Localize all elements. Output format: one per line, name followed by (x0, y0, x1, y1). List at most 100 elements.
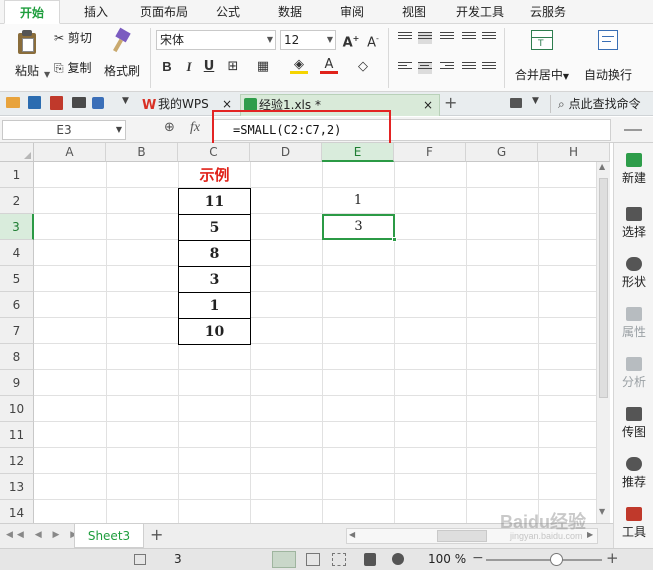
decrease-font-icon[interactable]: A- (364, 30, 382, 50)
spreadsheet-grid[interactable]: A B C D E F G H 1 2 3 4 5 6 7 8 9 10 11 … (0, 143, 610, 523)
border-icon[interactable]: ⊞ (224, 58, 242, 76)
column-header-selected[interactable]: E (322, 143, 394, 162)
column-header[interactable]: B (106, 143, 178, 162)
column-header[interactable]: A (34, 143, 106, 162)
cell-c3[interactable]: 5 (178, 214, 251, 241)
tab-view[interactable]: 视图 (394, 0, 434, 24)
cell-c6[interactable]: 1 (178, 292, 251, 319)
cell-e2[interactable]: 1 (322, 188, 394, 214)
sidebar-item-properties[interactable]: 属性 (614, 307, 653, 340)
scrollbar-thumb[interactable] (599, 178, 608, 398)
align-right-icon[interactable] (440, 62, 454, 74)
name-box[interactable]: E3 ▼ (2, 120, 126, 140)
clear-format-icon[interactable]: ◇ (354, 58, 372, 76)
fill-pattern-icon[interactable]: ▦ (254, 58, 272, 76)
row-header[interactable]: 9 (0, 370, 34, 396)
column-header[interactable]: F (394, 143, 466, 162)
italic-button[interactable]: I (180, 58, 198, 76)
fill-handle[interactable] (392, 237, 397, 242)
export-pdf-icon[interactable] (50, 96, 63, 110)
command-search[interactable]: ⌕ 点此查找命令 (558, 95, 641, 112)
chevron-down-icon[interactable]: ▼ (532, 96, 539, 106)
formula-input[interactable]: =SMALL(C2:C7,2) (233, 123, 341, 137)
font-size-select[interactable]: 12 ▼ (280, 30, 336, 50)
close-icon[interactable]: × (423, 95, 433, 115)
zoom-in-icon[interactable]: + (606, 549, 619, 567)
distribute-icon[interactable] (482, 62, 496, 74)
new-tab-icon[interactable]: + (444, 93, 457, 112)
row-header[interactable]: 10 (0, 396, 34, 422)
paste-dropdown-icon[interactable]: ▼ (44, 70, 50, 79)
preview-icon[interactable] (92, 97, 104, 109)
font-name-select[interactable]: 宋体 ▼ (156, 30, 276, 50)
tab-home[interactable]: 开始 (4, 0, 60, 24)
sidebar-item-select[interactable]: 选择 (614, 207, 653, 240)
row-header[interactable]: 14 (0, 500, 34, 523)
row-header[interactable]: 7 (0, 318, 34, 344)
cell-c2[interactable]: 11 (178, 188, 251, 215)
cut-button[interactable]: ✂ 剪切 (54, 30, 92, 46)
zoom-slider-handle[interactable] (550, 553, 563, 566)
chevron-left-icon[interactable]: ◀ (349, 530, 355, 539)
cell-c4[interactable]: 8 (178, 240, 251, 267)
chevron-up-icon[interactable]: ▲ (599, 162, 605, 171)
wrap-text-button[interactable]: 自动换行 (580, 28, 636, 86)
row-header-selected[interactable]: 3 (0, 214, 34, 240)
sidebar-item-shape[interactable]: 形状 (614, 257, 653, 290)
indent-icon[interactable] (482, 32, 496, 44)
tab-page-layout[interactable]: 页面布局 (134, 0, 194, 24)
sidebar-item-recommend[interactable]: 推荐 (614, 457, 653, 490)
sheet-tab-sheet3[interactable]: Sheet3 (74, 524, 144, 548)
zoom-formula-icon[interactable]: ⊕ (164, 120, 175, 135)
cell-c1[interactable]: 示例 (178, 162, 251, 188)
tab-cloud[interactable]: 云服务 (520, 0, 576, 24)
row-header[interactable]: 12 (0, 448, 34, 474)
paste-button[interactable]: 粘贴 (10, 30, 44, 86)
tab-insert[interactable]: 插入 (72, 0, 120, 24)
align-top-icon[interactable] (398, 32, 412, 44)
sidebar-item-new[interactable]: 新建 (614, 153, 653, 186)
row-header[interactable]: 13 (0, 474, 34, 500)
underline-button[interactable]: U (200, 58, 218, 76)
column-header[interactable]: H (538, 143, 610, 162)
print-icon[interactable] (72, 97, 86, 108)
chevron-down-icon[interactable]: ▼ (122, 96, 129, 106)
merge-center-button[interactable]: T 合并居中▼ (510, 28, 574, 86)
align-middle-icon[interactable] (418, 32, 432, 44)
row-header[interactable]: 11 (0, 422, 34, 448)
tab-developer[interactable]: 开发工具 (450, 0, 510, 24)
copy-button[interactable]: ⎘ 复制 (54, 60, 91, 76)
fx-button[interactable]: fx (190, 120, 200, 136)
reading-mode-icon[interactable] (364, 553, 376, 566)
format-painter-button[interactable]: 格式刷 (102, 27, 142, 84)
screen-icon[interactable] (510, 98, 522, 108)
fill-color-icon[interactable]: ◈ (290, 58, 308, 76)
scrollbar-thumb[interactable] (437, 530, 487, 542)
cell-e3-active[interactable]: 3 (322, 214, 395, 240)
column-header[interactable]: D (250, 143, 322, 162)
row-header[interactable]: 4 (0, 240, 34, 266)
column-header[interactable]: C (178, 143, 250, 162)
zoom-slider-track[interactable] (486, 559, 602, 561)
tab-data[interactable]: 数据 (270, 0, 310, 24)
page-layout-icon[interactable] (306, 553, 320, 566)
row-header[interactable]: 1 (0, 162, 34, 188)
increase-font-icon[interactable]: A+ (342, 30, 360, 50)
sidebar-item-share-image[interactable]: 传图 (614, 407, 653, 440)
sidebar-item-tools[interactable]: 工具 (614, 507, 653, 540)
save-icon[interactable] (28, 96, 41, 109)
chevron-right-icon[interactable]: ▶ (587, 530, 593, 539)
normal-view-icon[interactable] (272, 551, 296, 568)
tab-review[interactable]: 审阅 (332, 0, 372, 24)
align-left-icon[interactable] (398, 62, 412, 74)
text-direction-icon[interactable] (462, 32, 476, 44)
justify-icon[interactable] (462, 62, 476, 74)
panel-menu-icon[interactable] (624, 129, 642, 131)
open-folder-icon[interactable] (6, 97, 20, 108)
align-center-icon[interactable] (418, 62, 432, 74)
eye-protection-icon[interactable] (392, 553, 404, 565)
row-header[interactable]: 8 (0, 344, 34, 370)
sidebar-item-analysis[interactable]: 分析 (614, 357, 653, 390)
row-header[interactable]: 6 (0, 292, 34, 318)
vertical-scrollbar[interactable]: ▲ ▼ (596, 162, 610, 523)
